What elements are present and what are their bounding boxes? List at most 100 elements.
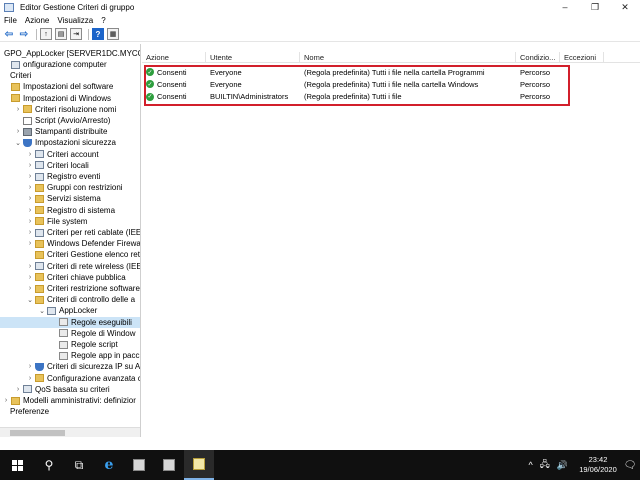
cell-text: Consenti bbox=[157, 67, 187, 77]
tree-item[interactable]: onfigurazione computer bbox=[0, 59, 140, 70]
cell-text: Everyone bbox=[210, 67, 242, 77]
tree-item[interactable]: ⌄ Impostazioni sicurezza bbox=[0, 137, 140, 148]
tree-item[interactable]: Regole eseguibili bbox=[0, 316, 140, 328]
tree-item[interactable]: › Criteri account bbox=[0, 149, 140, 160]
table-row[interactable]: ✓ Consenti BUILTIN\Administrators (Regola p… bbox=[142, 91, 640, 103]
notification-center-icon[interactable]: 🗨 bbox=[620, 450, 640, 480]
network-icon[interactable]: 🖧 bbox=[540, 457, 550, 473]
chevron-right-icon[interactable]: › bbox=[26, 240, 34, 248]
cell-text: Consenti bbox=[157, 92, 187, 102]
chevron-right-icon[interactable]: › bbox=[26, 206, 34, 214]
chevron-right-icon[interactable]: › bbox=[26, 273, 34, 281]
minimize-button[interactable]: – bbox=[550, 0, 580, 14]
chevron-right-icon[interactable]: › bbox=[26, 229, 34, 237]
column-header[interactable]: Condizio... bbox=[516, 52, 560, 63]
tree-item[interactable]: Regole app in pacc bbox=[0, 350, 140, 361]
tree-item[interactable]: › Criteri locali bbox=[0, 160, 140, 171]
menu-file[interactable]: File bbox=[4, 16, 17, 25]
export-list-icon[interactable]: ⇥ bbox=[70, 28, 82, 40]
scrollbar-thumb[interactable] bbox=[10, 430, 65, 436]
chevron-right-icon[interactable]: › bbox=[26, 374, 34, 382]
tree-item[interactable]: › QoS basata su criteri bbox=[0, 384, 140, 395]
tree-item[interactable]: › Criteri di rete wireless (IEE bbox=[0, 261, 140, 272]
tray-overflow-icon[interactable]: ^ bbox=[529, 460, 533, 470]
column-header[interactable]: Nome bbox=[300, 52, 516, 63]
chevron-right-icon[interactable]: › bbox=[2, 397, 10, 405]
tree-root[interactable]: GPO_AppLocker [SERVER1DC.MYCOM bbox=[0, 48, 141, 59]
chevron-right-icon[interactable]: › bbox=[26, 161, 34, 169]
show-hide-tree-icon[interactable]: ▤ bbox=[55, 28, 67, 40]
expand-down-icon[interactable]: ⌄ bbox=[14, 139, 22, 147]
windows-logo-icon bbox=[11, 459, 23, 471]
chevron-right-icon[interactable]: › bbox=[26, 184, 34, 192]
chevron-right-icon[interactable]: › bbox=[26, 150, 34, 158]
tree-item[interactable]: Script (Avvio/Arresto) bbox=[0, 115, 140, 126]
gpo-editor-taskbar-icon[interactable] bbox=[184, 450, 214, 480]
rule-icon bbox=[59, 318, 68, 327]
tree-item[interactable]: Impostazioni di Windows bbox=[0, 93, 140, 104]
chevron-right-icon[interactable]: › bbox=[14, 128, 22, 136]
tree-item[interactable]: › Gruppi con restrizioni bbox=[0, 182, 140, 193]
tree-root-label: GPO_AppLocker [SERVER1DC.MYCOM bbox=[4, 49, 141, 58]
tree-item[interactable]: › Modelli amministrativi: definizior bbox=[0, 395, 140, 406]
back-arrow-icon[interactable]: ⇦ bbox=[3, 28, 15, 40]
tree-item[interactable]: Regole di Window bbox=[0, 328, 140, 339]
internet-explorer-icon[interactable]: e bbox=[94, 450, 124, 480]
expand-down-icon[interactable]: ⌄ bbox=[38, 307, 46, 315]
menu-azione[interactable]: Azione bbox=[25, 16, 49, 25]
tree-item[interactable]: › Criteri di sicurezza IP su A bbox=[0, 361, 140, 372]
chevron-right-icon[interactable]: › bbox=[14, 385, 22, 393]
folder-icon bbox=[35, 206, 44, 215]
tree-item[interactable]: Regole script bbox=[0, 339, 140, 350]
tree-item[interactable]: Criteri bbox=[0, 70, 140, 81]
column-header[interactable]: Eccezioni bbox=[560, 52, 604, 63]
server-manager-icon[interactable] bbox=[124, 450, 154, 480]
tree-item[interactable]: ⌄ Criteri di controllo delle a bbox=[0, 294, 140, 305]
forward-arrow-icon[interactable]: ⇨ bbox=[18, 28, 30, 40]
tree-item[interactable]: Criteri Gestione elenco ret bbox=[0, 249, 140, 260]
task-view-icon[interactable]: ⧉ bbox=[64, 450, 94, 480]
tree-item[interactable]: Preferenze bbox=[0, 406, 140, 417]
chevron-right-icon[interactable]: › bbox=[26, 217, 34, 225]
tree-item[interactable]: › Criteri per reti cablate (IEE bbox=[0, 227, 140, 238]
tree-item[interactable]: › Windows Defender Firewa bbox=[0, 238, 140, 249]
table-row[interactable]: ✓ Consenti Everyone (Regola predefinita) Tu… bbox=[142, 66, 640, 78]
table-row[interactable]: ✓ Consenti Everyone (Regola predefinita) Tu… bbox=[142, 78, 640, 90]
expand-down-icon[interactable]: ⌄ bbox=[26, 296, 34, 304]
tree-item[interactable]: › File system bbox=[0, 216, 140, 227]
tree-item[interactable]: Impostazioni del software bbox=[0, 81, 140, 92]
chevron-right-icon[interactable]: › bbox=[26, 173, 34, 181]
properties-icon[interactable]: ▦ bbox=[107, 28, 119, 40]
menu-visualizza[interactable]: Visualizza bbox=[57, 16, 93, 25]
tree-item[interactable]: › Registro eventi bbox=[0, 171, 140, 182]
window-controls: – ❐ ✕ bbox=[550, 0, 640, 14]
tree-item[interactable]: › Stampanti distribuite bbox=[0, 126, 140, 137]
chevron-right-icon[interactable]: › bbox=[26, 363, 34, 371]
search-icon[interactable]: ⚲ bbox=[34, 450, 64, 480]
tree-item[interactable]: › Criteri risoluzione nomi bbox=[0, 104, 140, 115]
tree-item[interactable]: ⌄ AppLocker bbox=[0, 305, 140, 316]
chevron-right-icon[interactable]: › bbox=[14, 105, 22, 113]
tree-horizontal-scrollbar[interactable] bbox=[0, 427, 140, 437]
tree-item[interactable]: › Criteri chiave pubblica bbox=[0, 272, 140, 283]
chevron-right-icon[interactable]: › bbox=[26, 262, 34, 270]
tree-item[interactable]: › Registro di sistema bbox=[0, 205, 140, 216]
tree-item[interactable]: › Criteri restrizione software bbox=[0, 283, 140, 294]
maximize-button[interactable]: ❐ bbox=[580, 0, 610, 14]
help-icon[interactable]: ? bbox=[92, 28, 104, 40]
tree-item[interactable]: › Configurazione avanzata c bbox=[0, 373, 140, 384]
volume-icon[interactable]: 🔊 bbox=[557, 460, 568, 471]
column-header[interactable]: Azione bbox=[142, 52, 206, 63]
close-button[interactable]: ✕ bbox=[610, 0, 640, 14]
gpo-management-icon[interactable] bbox=[154, 450, 184, 480]
chevron-right-icon[interactable]: › bbox=[26, 285, 34, 293]
chevron-right-icon[interactable]: › bbox=[26, 195, 34, 203]
start-button[interactable] bbox=[0, 450, 34, 480]
column-header[interactable]: Utente bbox=[206, 52, 300, 63]
up-folder-icon[interactable]: ↑ bbox=[40, 28, 52, 40]
tree-item-label: Regole di Window bbox=[71, 328, 136, 338]
tree-item[interactable]: › Servizi sistema bbox=[0, 193, 140, 204]
clock[interactable]: 23:42 19/06/2020 bbox=[576, 455, 620, 475]
menu-help[interactable]: ? bbox=[101, 16, 105, 25]
